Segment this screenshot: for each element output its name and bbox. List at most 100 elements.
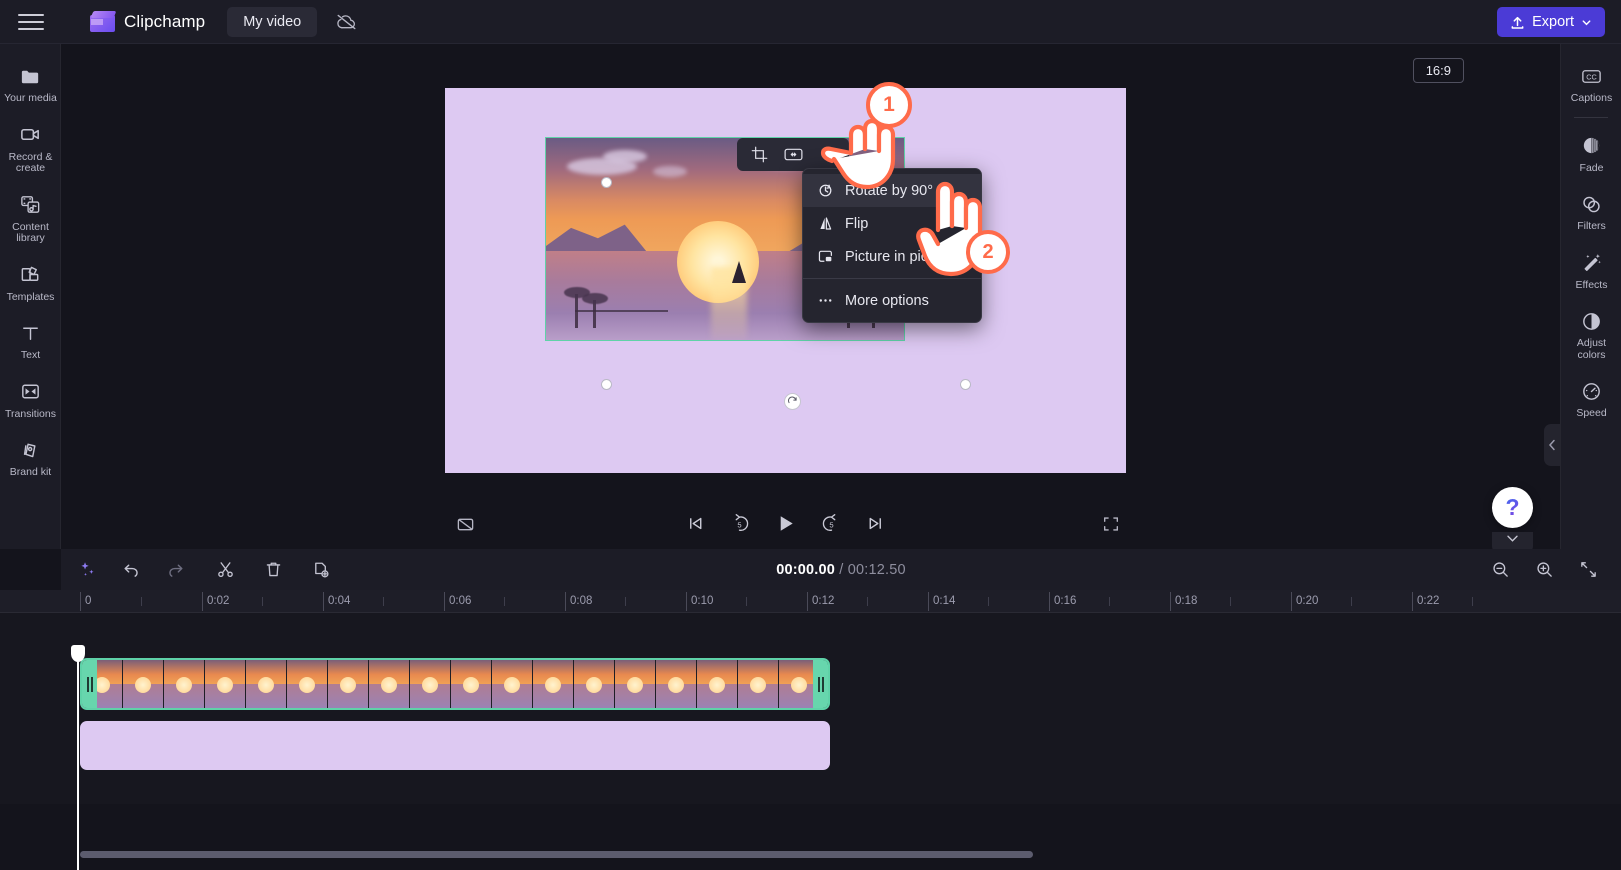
- folder-icon: [19, 64, 43, 88]
- export-button[interactable]: Export: [1497, 7, 1605, 37]
- menu-item-label: Picture in picture: [845, 248, 953, 265]
- cloud-off-icon[interactable]: [329, 7, 363, 37]
- ai-magic-button[interactable]: [72, 555, 102, 585]
- media-library-icon: [19, 193, 43, 217]
- zoom-out-icon: [1492, 562, 1508, 577]
- sidebar-item-text[interactable]: Text: [0, 313, 61, 368]
- resize-handle-bottom-right[interactable]: [960, 379, 971, 390]
- skip-to-end-button[interactable]: [862, 510, 888, 536]
- speedometer-icon: [1580, 379, 1604, 403]
- playhead-knob[interactable]: [71, 645, 85, 662]
- hamburger-icon[interactable]: [18, 12, 44, 32]
- trash-icon: [266, 562, 280, 577]
- sidebar-divider: [1574, 116, 1608, 118]
- timeline-background-clip[interactable]: [80, 721, 830, 770]
- sidebar-label: Effects: [1575, 278, 1608, 291]
- playback-bar: 5 5: [61, 500, 1509, 549]
- duplicate-button[interactable]: [306, 555, 336, 585]
- timeline: 00:00.00 / 00:12.50 0 0:02 0:04 0:06 0:0…: [0, 549, 1621, 870]
- play-icon: [780, 515, 793, 531]
- sidebar-item-brand-kit[interactable]: Brand kit: [0, 430, 61, 485]
- fit-fill-button[interactable]: [778, 142, 808, 168]
- sidebar-item-effects[interactable]: Effects: [1561, 243, 1621, 298]
- more-options-button[interactable]: [812, 142, 842, 168]
- sidebar-item-templates[interactable]: Templates: [0, 255, 61, 310]
- transitions-icon: [19, 380, 43, 404]
- menu-item-label: Flip: [845, 215, 869, 232]
- sidebar-label: Brand kit: [9, 466, 52, 478]
- sidebar-item-filters[interactable]: Filters: [1561, 184, 1621, 239]
- svg-text:5: 5: [829, 520, 833, 529]
- current-time: 00:00.00: [776, 561, 836, 578]
- delete-button[interactable]: [258, 555, 288, 585]
- timeline-toolbar: 00:00.00 / 00:12.50: [61, 549, 1621, 590]
- flip-icon: [820, 217, 832, 230]
- zoom-in-button[interactable]: [1529, 555, 1559, 585]
- ellipsis-icon: [819, 299, 832, 302]
- sidebar-label: Fade: [1579, 161, 1604, 174]
- crop-button[interactable]: [744, 142, 774, 168]
- undo-button[interactable]: [116, 555, 146, 585]
- split-button[interactable]: [210, 555, 240, 585]
- sidebar-item-fade[interactable]: Fade: [1561, 126, 1621, 181]
- menu-item-label: More options: [845, 292, 929, 309]
- menu-item-rotate-by-90[interactable]: Rotate by 90°: [803, 174, 981, 207]
- menu-item-more-options[interactable]: More options: [803, 284, 981, 317]
- clip-trim-handle-right[interactable]: [813, 660, 828, 708]
- sidebar-label: Text: [20, 349, 41, 361]
- rotate-icon: [819, 184, 832, 197]
- sidebar-label: Filters: [1577, 220, 1606, 232]
- menu-item-label: Rotate by 90°: [845, 182, 934, 199]
- timeline-video-clip[interactable]: [80, 658, 830, 710]
- clipchamp-editor: Clipchamp My video Export Your media Rec…: [0, 0, 1621, 870]
- clip-trim-handle-left[interactable]: [82, 660, 97, 708]
- scissors-icon: [217, 562, 233, 578]
- sidebar-item-transitions[interactable]: Transitions: [0, 372, 61, 427]
- resize-handle-bottom-left[interactable]: [601, 379, 612, 390]
- ruler-label: 0:06: [449, 595, 472, 607]
- playback-controls: 5 5: [682, 508, 888, 538]
- skip-to-start-button[interactable]: [682, 510, 708, 536]
- sidebar-label: Templates: [6, 290, 55, 303]
- clip-context-menu: Rotate by 90° Flip Picture in picture Mo…: [802, 168, 982, 323]
- templates-grid-icon: [19, 263, 43, 287]
- play-button[interactable]: [770, 508, 800, 538]
- rotate-icon: [788, 396, 797, 404]
- zoom-out-button[interactable]: [1485, 555, 1515, 585]
- fade-circle-icon: [1580, 134, 1604, 158]
- timeline-scrollbar-track: [0, 851, 1621, 864]
- resize-handle-top-left[interactable]: [601, 177, 612, 188]
- forward-5s-button[interactable]: 5: [818, 510, 844, 536]
- sidebar-label: Speed: [1576, 407, 1607, 419]
- project-title-input[interactable]: My video: [227, 6, 318, 37]
- help-button[interactable]: ?: [1492, 487, 1533, 528]
- sidebar-item-speed[interactable]: Speed: [1561, 371, 1621, 426]
- brand-kit-icon: [19, 438, 43, 462]
- timeline-scrollbar-thumb[interactable]: [80, 851, 1033, 858]
- svg-text:CC: CC: [1586, 72, 1597, 81]
- timeline-ruler[interactable]: 0 0:02 0:04 0:06 0:08 0:10 0:12 0:14 0:1…: [0, 590, 1621, 613]
- chevron-down-icon: [1507, 535, 1518, 542]
- menu-item-picture-in-picture[interactable]: Picture in picture: [803, 240, 981, 273]
- text-t-icon: [19, 321, 43, 345]
- rewind-5s-button[interactable]: 5: [726, 510, 752, 536]
- aspect-ratio-badge[interactable]: 16:9: [1412, 58, 1464, 83]
- sidebar-item-record-create[interactable]: Record & create: [0, 115, 61, 181]
- sidebar-item-content-library[interactable]: Content library: [0, 185, 61, 251]
- rotate-handle[interactable]: [784, 393, 801, 410]
- sidebar-item-adjust-colors[interactable]: Adjust colors: [1561, 301, 1621, 367]
- redo-arrow-icon: [168, 564, 182, 577]
- right-panel-collapse-toggle[interactable]: [1544, 424, 1560, 466]
- redo-button[interactable]: [160, 555, 190, 585]
- fit-timeline-button[interactable]: [1573, 555, 1603, 585]
- fullscreen-icon: [1104, 517, 1118, 531]
- fullscreen-button[interactable]: [1097, 510, 1125, 538]
- menu-item-flip[interactable]: Flip: [803, 207, 981, 240]
- picture-in-picture-icon: [818, 250, 832, 262]
- playhead[interactable]: [71, 645, 85, 870]
- ruler-label: 0: [85, 595, 92, 607]
- sidebar-item-captions[interactable]: CC Captions: [1561, 56, 1621, 111]
- sidebar-item-your-media[interactable]: Your media: [0, 56, 61, 111]
- hide-preview-button[interactable]: [451, 510, 479, 538]
- ruler-label: 0:16: [1054, 595, 1077, 607]
